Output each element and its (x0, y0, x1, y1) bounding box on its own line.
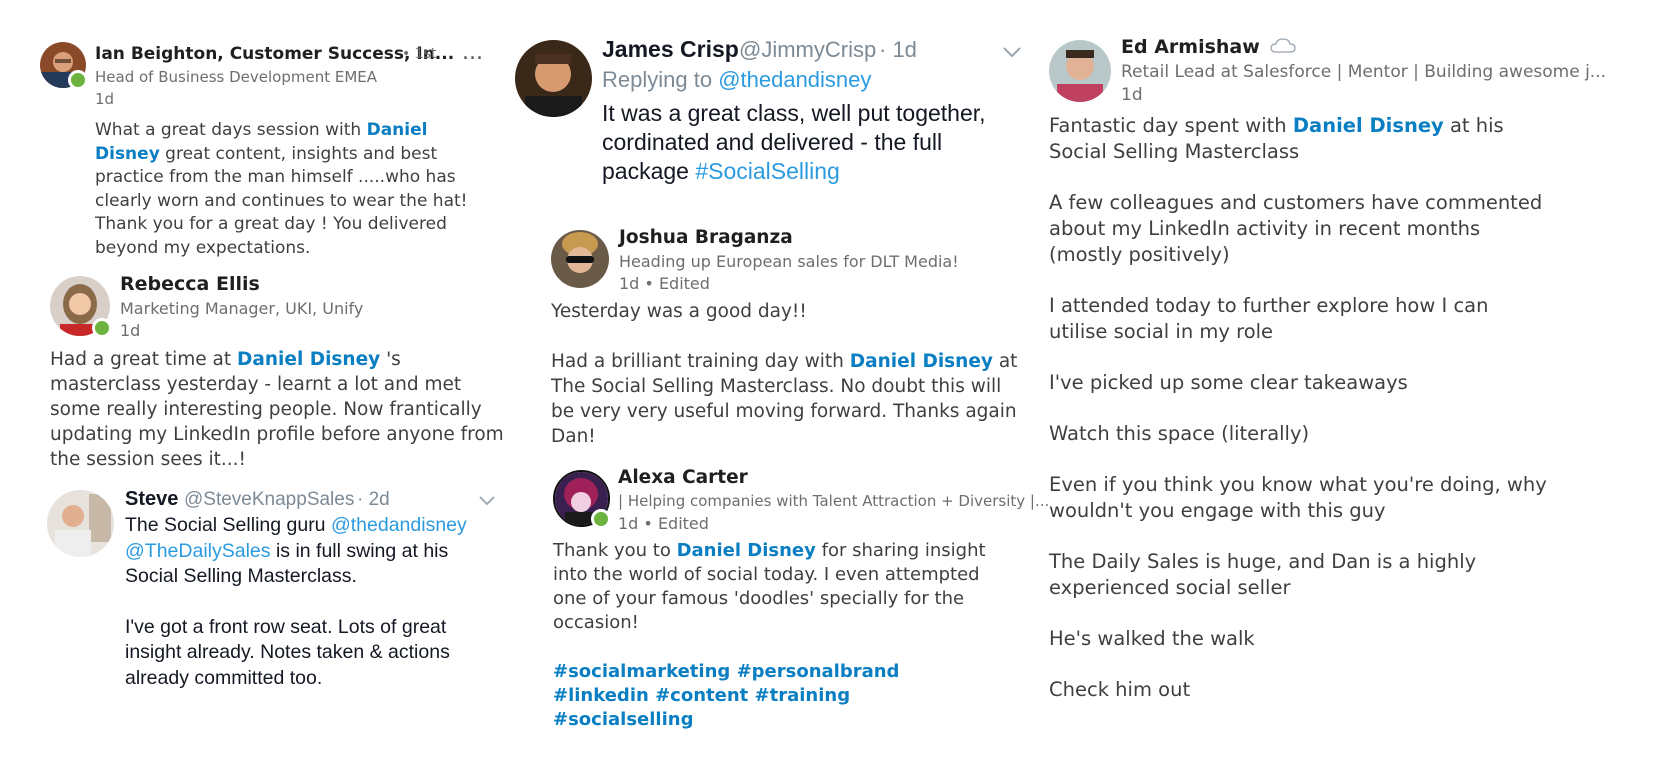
chevron-down-icon[interactable] (479, 493, 495, 511)
hashtag-link[interactable]: #linkedin (553, 685, 649, 706)
online-status-icon (68, 70, 88, 90)
body-text: Had a brilliant training day with (551, 351, 850, 372)
mention-link[interactable]: Daniel Disney (850, 351, 993, 372)
author-headline: Heading up European sales for DLT Media! (619, 252, 959, 271)
author-handle[interactable]: @JimmyCrisp (739, 37, 876, 63)
body-text: Thank you to (553, 540, 677, 561)
author-name[interactable]: James Crisp (602, 36, 739, 63)
post-ed-armishaw: Ed Armishaw Retail Lead at Salesforce | … (1049, 33, 1606, 723)
tweet-body: It was a great class, well put together,… (602, 99, 1022, 186)
author-name[interactable]: Rebecca Ellis (120, 273, 260, 295)
avatar[interactable] (1049, 40, 1111, 102)
post-body: Yesterday was a good day!! Had a brillia… (551, 299, 1021, 449)
author-headline: Retail Lead at Salesforce | Mentor | Bui… (1121, 62, 1607, 82)
replying-label: Replying to (602, 67, 719, 92)
post-joshua-braganza: Joshua Braganza Heading up European sale… (551, 225, 1026, 447)
post-body: Had a great time at Daniel Disney 's mas… (50, 347, 510, 472)
avatar[interactable] (551, 230, 609, 288)
post-time: 1d (120, 321, 141, 340)
tweet-steve: Steve @SteveKnappSales · 2d The Social S… (47, 485, 507, 705)
post-paragraph: Had a brilliant training day with Daniel… (551, 349, 1021, 449)
author-name[interactable]: Joshua Braganza (619, 227, 793, 248)
post-time: 1d • Edited (619, 274, 710, 293)
post-time: 1d (95, 90, 115, 108)
chevron-down-icon[interactable] (1003, 45, 1021, 63)
mention-link[interactable]: @TheDailySales (125, 540, 271, 562)
hashtag-link[interactable]: #personalbrand (737, 661, 900, 682)
replying-to: Replying to @thedandisney (602, 67, 871, 93)
post-paragraph: Even if you think you know what you're d… (1049, 473, 1547, 522)
cloud-icon (1270, 37, 1297, 59)
author-name-text: Ed Armishaw (1121, 36, 1260, 58)
author-headline: Head of Business Development EMEA (95, 68, 378, 86)
hashtag-link[interactable]: #socialselling (553, 709, 693, 730)
post-ian-beighton: Ian Beighton, Customer Success, In... • … (40, 40, 510, 258)
avatar[interactable] (47, 490, 114, 557)
post-paragraph: Yesterday was a good day!! (551, 301, 807, 322)
post-paragraph: I attended today to further explore how … (1049, 294, 1489, 343)
post-paragraph: A few colleagues and customers have comm… (1049, 191, 1543, 266)
author-name[interactable]: Alexa Carter (618, 467, 748, 488)
post-paragraph: I've picked up some clear takeaways (1049, 371, 1408, 394)
mention-link[interactable]: @thedandisney (718, 67, 871, 92)
connection-degree: • 1st (402, 46, 437, 62)
tweet-paragraph: I've got a front row seat. Lots of great… (125, 615, 450, 689)
body-text: What a great days session with (95, 120, 367, 140)
post-paragraph: Thank you to Daniel Disney for sharing i… (553, 539, 993, 635)
author-name[interactable]: Ian Beighton, Customer Success, In... (95, 44, 454, 64)
mention-link[interactable]: Daniel Disney (237, 349, 380, 370)
more-options-icon[interactable]: ... (462, 40, 483, 65)
author-headline: | Helping companies with Talent Attracti… (618, 492, 1050, 510)
post-rebecca-ellis: Rebecca Ellis Marketing Manager, UKI, Un… (50, 270, 520, 470)
body-text: Had a great time at (50, 349, 238, 370)
post-paragraph: Fantastic day spent with Daniel Disney a… (1049, 113, 1549, 165)
hashtag-link[interactable]: #training (755, 685, 851, 706)
tweet-paragraph: The Social Selling guru @thedandisney @T… (125, 513, 505, 590)
tweet-time: · 2d (357, 489, 390, 510)
hashtag-list: #socialmarketing #personalbrand #linkedi… (553, 660, 993, 732)
online-status-icon (92, 318, 112, 338)
hashtag-link[interactable]: #SocialSelling (695, 158, 839, 184)
mention-link[interactable]: Daniel Disney (1293, 114, 1444, 137)
post-alexa-carter: Alexa Carter | Helping companies with Ta… (553, 465, 1049, 730)
author-name[interactable]: Ed Armishaw (1121, 36, 1297, 59)
post-time: 1d • Edited (618, 514, 709, 533)
tweet-james-crisp: James Crisp @JimmyCrisp · 1d Replying to… (515, 35, 1030, 195)
mention-link[interactable]: Daniel Disney (677, 540, 816, 561)
mention-link[interactable]: @thedandisney (331, 514, 467, 536)
post-body: Thank you to Daniel Disney for sharing i… (553, 539, 993, 732)
author-name[interactable]: Steve (125, 488, 178, 511)
tweet-time: · 1d (879, 37, 917, 62)
body-text: Fantastic day spent with (1049, 114, 1293, 137)
hashtag-link[interactable]: #socialmarketing (553, 661, 730, 682)
post-time: 1d (1121, 85, 1143, 105)
post-paragraph: Check him out (1049, 678, 1191, 701)
online-status-icon (591, 509, 611, 529)
post-body: Fantastic day spent with Daniel Disney a… (1049, 113, 1549, 703)
post-paragraph: He's walked the walk (1049, 627, 1255, 650)
avatar[interactable] (515, 40, 592, 117)
author-headline: Marketing Manager, UKI, Unify (120, 299, 364, 318)
post-paragraph: The Daily Sales is huge, and Dan is a hi… (1049, 550, 1477, 599)
post-paragraph: Watch this space (literally) (1049, 422, 1310, 445)
tweet-body: The Social Selling guru @thedandisney @T… (125, 513, 505, 691)
post-body: What a great days session with Daniel Di… (95, 119, 490, 260)
body-text: The Social Selling guru (125, 514, 331, 536)
author-handle[interactable]: @SteveKnappSales (184, 489, 354, 511)
hashtag-link[interactable]: #content (655, 685, 748, 706)
